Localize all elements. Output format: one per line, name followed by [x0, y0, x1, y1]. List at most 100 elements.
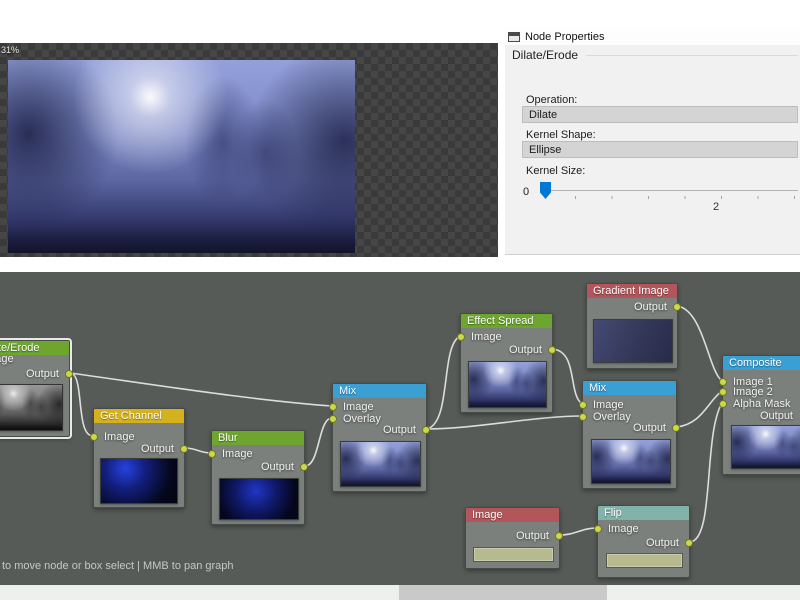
port-label: Image [471, 331, 502, 343]
socket-mix1-overlay[interactable] [329, 415, 337, 423]
port-label: Image [593, 399, 624, 411]
wire-dilate-to-mix1-image [70, 373, 332, 406]
port-label: Output [760, 410, 793, 422]
kernel-size-value: 0 [523, 186, 529, 198]
image-preview-viewport[interactable]: 31% [0, 43, 498, 257]
port-label: Output [383, 424, 416, 436]
node-mix-2[interactable]: Mix Image Overlay Output [582, 380, 677, 489]
node-blur[interactable]: Blur Image Output [211, 430, 305, 525]
port-label: Output [26, 368, 59, 380]
node-mix-1-thumbnail [340, 441, 421, 487]
node-mix-2-thumbnail [591, 439, 671, 484]
node-mix-2-title: Mix [583, 381, 676, 395]
node-get-channel-title: Get Channel [94, 409, 184, 423]
wire-mix1-to-mix2-overlay [427, 416, 582, 429]
port-mix2-output: Output [583, 422, 676, 434]
socket-flip-output[interactable] [685, 539, 693, 547]
node-get-channel[interactable]: Get Channel Image Output [93, 408, 185, 508]
socket-mix1-image[interactable] [329, 403, 337, 411]
port-mix1-image: Image [333, 401, 426, 413]
wire-flip-to-composite-alphamask [690, 403, 722, 542]
node-image-title: Image [466, 508, 559, 522]
socket-composite-image1[interactable] [719, 378, 727, 386]
wire-blur-to-mix1-overlay [305, 418, 332, 466]
node-dilate-erode[interactable]: Dilate/Erode Image Output [0, 340, 70, 437]
port-flip-output: Output [598, 537, 689, 549]
node-effect-spread[interactable]: Effect Spread Image Output [460, 313, 553, 413]
app-window: 31% Node Properties Dilate/Erode Operati… [0, 0, 800, 600]
section-divider [586, 55, 798, 56]
port-blur-output: Output [212, 461, 304, 473]
socket-effectspread-image[interactable] [457, 333, 465, 341]
port-label: Output [646, 537, 679, 549]
node-blur-thumbnail [219, 478, 299, 520]
port-label: Image [608, 523, 639, 535]
horizontal-scrollbar-thumb[interactable] [399, 585, 607, 600]
port-gradient-output: Output [587, 301, 677, 313]
node-image[interactable]: Image Output [465, 507, 560, 569]
socket-mix2-output[interactable] [672, 424, 680, 432]
node-get-channel-thumbnail [100, 458, 178, 504]
port-label: Image [104, 431, 135, 443]
socket-mix2-overlay[interactable] [579, 413, 587, 421]
socket-blur-image[interactable] [208, 450, 216, 458]
socket-getchannel-output[interactable] [180, 445, 188, 453]
node-composite-title: Composite [723, 356, 800, 370]
node-mix-1-title: Mix [333, 384, 426, 398]
socket-composite-image2[interactable] [719, 388, 727, 396]
port-label: Output [516, 530, 549, 542]
kernel-size-slider-track[interactable] [542, 190, 798, 191]
node-effect-spread-title: Effect Spread [461, 314, 552, 328]
status-bar-hint: to move node or box select | MMB to pan … [2, 560, 234, 572]
kernel-size-label: Kernel Size: [526, 165, 585, 177]
node-graph-canvas[interactable]: Dilate/Erode Image Output Get Channel Im… [0, 272, 800, 585]
socket-image-output[interactable] [555, 532, 563, 540]
socket-effectspread-output[interactable] [548, 346, 556, 354]
port-mix2-image: Image [583, 399, 676, 411]
node-blur-title: Blur [212, 431, 304, 445]
port-label: Image [343, 401, 374, 413]
wire-effectspread-to-mix2-image [553, 349, 582, 404]
port-mix1-output: Output [333, 424, 426, 436]
socket-gradient-output[interactable] [673, 303, 681, 311]
port-label: Image 2 [733, 386, 773, 398]
section-label: Dilate/Erode [512, 48, 578, 62]
node-dilate-thumbnail [0, 384, 63, 431]
port-label: Alpha Mask [733, 398, 790, 410]
port-label: Output [633, 422, 666, 434]
socket-getchannel-image[interactable] [90, 433, 98, 441]
socket-composite-alphamask[interactable] [719, 400, 727, 408]
kernel-shape-label: Kernel Shape: [526, 129, 596, 141]
node-effect-spread-thumbnail [468, 361, 547, 408]
socket-mix1-output[interactable] [422, 426, 430, 434]
port-dilate-image: Image [0, 353, 69, 365]
kernel-shape-combo[interactable]: Ellipse [522, 141, 798, 158]
port-label: Output [509, 344, 542, 356]
operation-combo[interactable]: Dilate [522, 106, 798, 123]
node-properties-panel: Node Properties Dilate/Erode Operation: … [505, 28, 800, 255]
panel-title-bar: Node Properties [505, 28, 800, 45]
panel-title: Node Properties [525, 31, 605, 43]
socket-mix2-image[interactable] [579, 401, 587, 409]
node-flip[interactable]: Flip Image Output [597, 505, 690, 578]
node-gradient-image-thumbnail [593, 319, 673, 363]
wire-mix1-to-effectspread [427, 336, 460, 429]
panel-body: Dilate/Erode Operation: Dilate Kernel Sh… [505, 45, 800, 255]
kernel-size-slider-thumb[interactable] [540, 182, 551, 199]
port-flip-image: Image [598, 523, 689, 535]
port-label: Image [0, 353, 14, 365]
wire-image-to-flip [560, 528, 597, 535]
node-flip-thumbnail [606, 553, 683, 568]
node-composite[interactable]: Composite Image 1 Image 2 Alpha Mask Out… [722, 355, 800, 475]
port-label: Image [222, 448, 253, 460]
slider-tick-marks [575, 196, 800, 199]
node-flip-title: Flip [598, 506, 689, 520]
node-mix-1[interactable]: Mix Image Overlay Output [332, 383, 427, 492]
zoom-level-label: 31% [1, 45, 19, 55]
port-label: Output [634, 301, 667, 313]
socket-blur-output[interactable] [300, 463, 308, 471]
socket-dilate-output[interactable] [65, 370, 73, 378]
socket-flip-image[interactable] [594, 525, 602, 533]
horizontal-scrollbar[interactable] [0, 585, 800, 600]
node-gradient-image[interactable]: Gradient Image Output [586, 283, 678, 369]
